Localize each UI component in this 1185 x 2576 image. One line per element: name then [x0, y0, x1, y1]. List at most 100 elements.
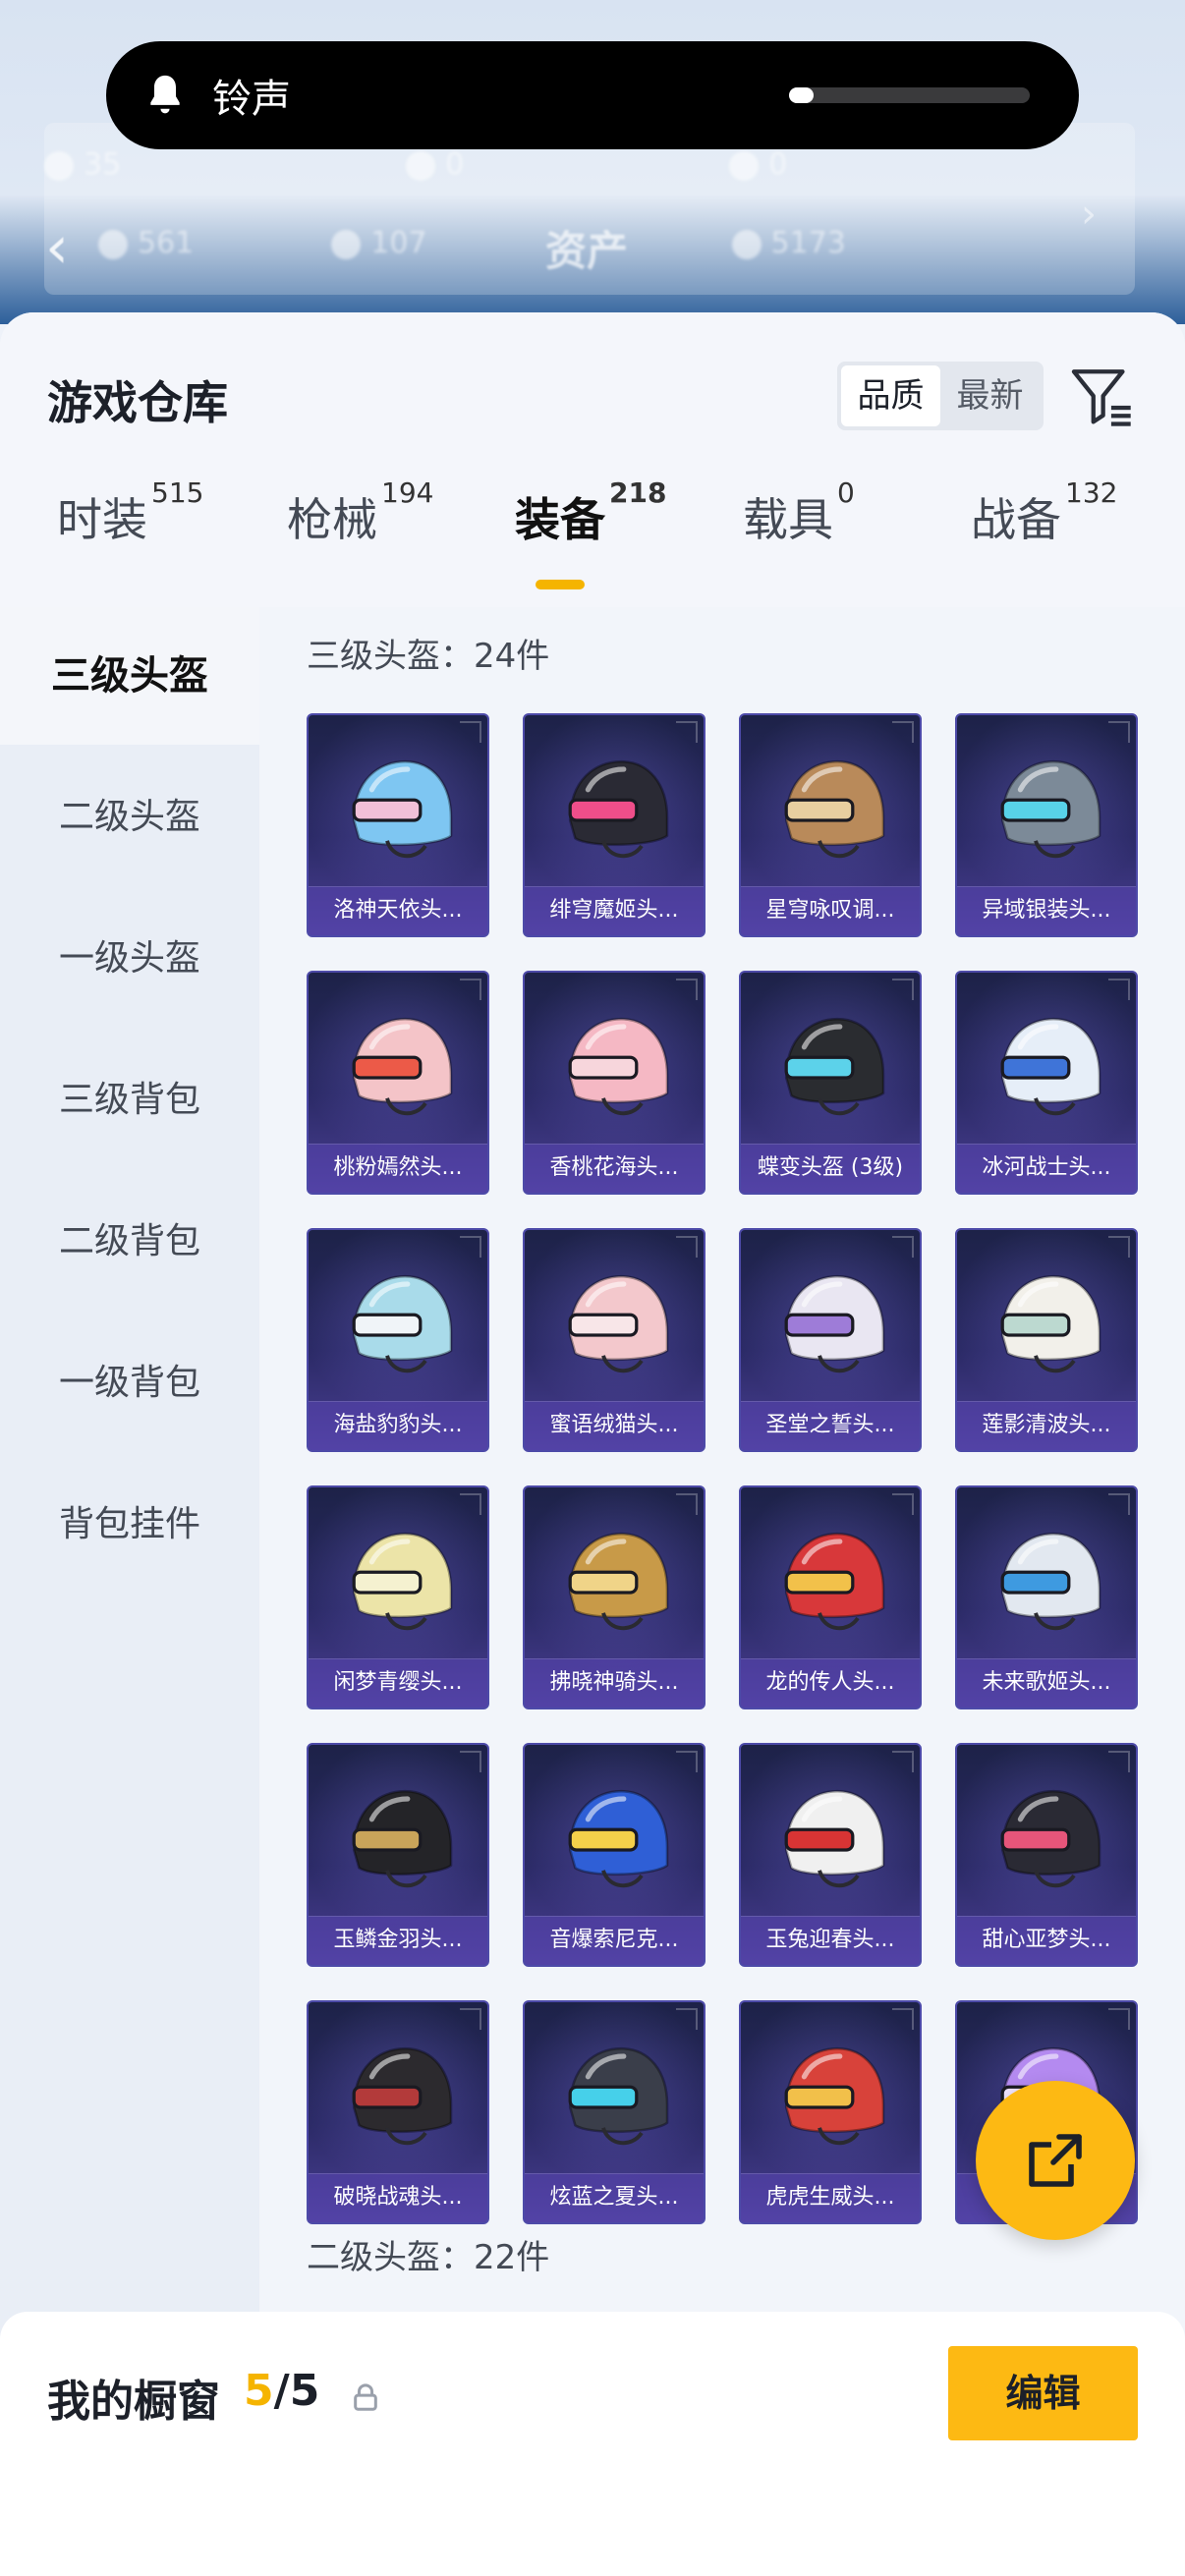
background-stat: 0: [406, 147, 464, 182]
item-card[interactable]: 海盐豹豹头...: [307, 1228, 489, 1452]
item-name: 龙的传人头...: [765, 1670, 895, 1695]
sort-option-latest[interactable]: 最新: [940, 365, 1040, 426]
tab-weapons[interactable]: 枪械194: [287, 476, 433, 592]
item-name: 洛神天依头...: [333, 898, 463, 923]
tab-label: 时装: [57, 493, 147, 546]
helmet-icon: [568, 2046, 669, 2146]
showcase-current: 5: [244, 2366, 274, 2416]
showcase-separator: /: [273, 2366, 290, 2416]
item-card[interactable]: 冰河战士头...: [955, 971, 1138, 1195]
tab-equipment[interactable]: 装备218: [515, 476, 666, 592]
category-tabs: 时装515 枪械194 装备218 载具0 战备132: [0, 476, 1185, 592]
item-card[interactable]: 玉鳞金羽头...: [307, 1743, 489, 1967]
item-card[interactable]: 绯穹魔姬头...: [523, 713, 705, 937]
helmet-icon: [352, 1017, 453, 1116]
item-card[interactable]: 莲影清波头...: [955, 1228, 1138, 1452]
item-card[interactable]: 洛神天依头...: [307, 713, 489, 937]
background-stat: 561: [98, 226, 194, 260]
item-card[interactable]: 蝶变头盔 (3级): [739, 971, 922, 1195]
item-name: 虎虎生威头...: [765, 2185, 895, 2210]
background-stat: 5173: [731, 226, 846, 260]
item-card[interactable]: 破晓战魂头...: [307, 2000, 489, 2224]
filter-icon[interactable]: [1069, 364, 1134, 428]
item-card[interactable]: 未来歌姬头...: [955, 1485, 1138, 1709]
sidebar-item-backpack-charm[interactable]: 背包挂件: [0, 1456, 259, 1594]
section-title: 三级头盔：24件: [307, 637, 550, 676]
lock-icon: [354, 2383, 377, 2411]
item-name: 音爆索尼克...: [549, 1928, 679, 1952]
tab-count: 194: [381, 476, 434, 509]
item-card[interactable]: 龙的传人头...: [739, 1485, 922, 1709]
helmet-icon: [568, 1789, 669, 1888]
share-icon: [1029, 2134, 1082, 2187]
section-title: 二级头盔：22件: [307, 2238, 550, 2277]
item-card[interactable]: 桃粉嫣然头...: [307, 971, 489, 1195]
item-card[interactable]: 香桃花海头...: [523, 971, 705, 1195]
item-card[interactable]: 虎虎生威头...: [739, 2000, 922, 2224]
item-card[interactable]: 甜心亚梦头...: [955, 1743, 1138, 1967]
sort-toggle[interactable]: 品质 最新: [837, 362, 1044, 430]
active-tab-indicator: [536, 580, 585, 589]
showcase-label: 我的橱窗: [47, 2377, 220, 2427]
sidebar-item-level1-helmet[interactable]: 一级头盔: [0, 890, 259, 1028]
helmet-icon: [784, 1017, 885, 1116]
background-stat: 0: [729, 147, 787, 182]
item-card[interactable]: 星穹咏叹调...: [739, 713, 922, 937]
helmet-icon: [1000, 759, 1101, 859]
helmet-icon: [784, 1274, 885, 1373]
item-grid: 三级头盔：24件 二级头盔：22件 洛神天依头... 绯穹魔姬头... 星穹咏叹调.…: [259, 607, 1185, 2572]
item-name: 炫蓝之夏头...: [549, 2185, 679, 2210]
item-card[interactable]: 拂晓神骑头...: [523, 1485, 705, 1709]
showcase-count: 5/5: [244, 2366, 319, 2416]
helmet-icon: [1000, 1017, 1101, 1116]
volume-slider[interactable]: [789, 87, 1030, 103]
helmet-icon: [352, 1274, 453, 1373]
helmet-icon: [784, 759, 885, 859]
item-name: 破晓战魂头...: [333, 2185, 463, 2210]
helmet-icon: [568, 1017, 669, 1116]
helmet-icon: [352, 1532, 453, 1631]
sidebar-item-level1-backpack[interactable]: 一级背包: [0, 1315, 259, 1452]
item-card[interactable]: 异域银装头...: [955, 713, 1138, 937]
helmet-icon: [568, 759, 669, 859]
item-card[interactable]: 玉兔迎春头...: [739, 1743, 922, 1967]
showcase-bar: 我的橱窗 5/5 编辑: [0, 2312, 1185, 2576]
sidebar-item-level2-helmet[interactable]: 二级头盔: [0, 749, 259, 886]
tab-label: 枪械: [287, 493, 377, 546]
item-name: 拂晓神骑头...: [549, 1670, 679, 1695]
tab-count: 0: [837, 476, 855, 509]
helmet-icon: [568, 1274, 669, 1373]
sort-option-quality[interactable]: 品质: [841, 365, 940, 426]
tab-label: 战备: [971, 493, 1061, 546]
item-card[interactable]: 炫蓝之夏头...: [523, 2000, 705, 2224]
item-name: 玉兔迎春头...: [765, 1928, 895, 1952]
item-name: 冰河战士头...: [982, 1155, 1111, 1180]
background-stat: 107: [331, 226, 427, 260]
page-title: 游戏仓库: [47, 376, 228, 429]
helmet-icon: [352, 759, 453, 859]
sidebar-item-level2-backpack[interactable]: 二级背包: [0, 1173, 259, 1311]
assets-label: 资产: [545, 227, 629, 275]
item-name: 玉鳞金羽头...: [333, 1928, 463, 1952]
item-card[interactable]: 圣堂之誓头...: [739, 1228, 922, 1452]
tab-battle-supplies[interactable]: 战备132: [971, 476, 1117, 592]
item-card[interactable]: 蜜语绒猫头...: [523, 1228, 705, 1452]
tab-fashion[interactable]: 时装515: [57, 476, 203, 592]
warehouse-sheet: 游戏仓库 品质 最新 时装515 枪械194 装备218 载具0 战备132 三…: [0, 312, 1185, 2576]
item-card[interactable]: 闲梦青缨头...: [307, 1485, 489, 1709]
sidebar-item-level3-backpack[interactable]: 三级背包: [0, 1032, 259, 1169]
helmet-icon: [784, 2046, 885, 2146]
item-name: 闲梦青缨头...: [333, 1670, 463, 1695]
item-card[interactable]: 音爆索尼克...: [523, 1743, 705, 1967]
item-name: 星穹咏叹调...: [765, 898, 895, 923]
share-button[interactable]: [976, 2081, 1135, 2240]
tab-vehicles[interactable]: 载具0: [743, 476, 855, 592]
bell-icon: [150, 75, 180, 114]
back-chevron-icon[interactable]: ‹: [45, 218, 85, 277]
sidebar-item-level3-helmet[interactable]: 三级头盔: [0, 607, 259, 745]
helmet-icon: [1000, 1532, 1101, 1631]
helmet-icon: [1000, 1274, 1101, 1373]
helmet-icon: [352, 2046, 453, 2146]
tab-label: 装备: [515, 493, 605, 546]
edit-button[interactable]: 编辑: [948, 2346, 1138, 2440]
